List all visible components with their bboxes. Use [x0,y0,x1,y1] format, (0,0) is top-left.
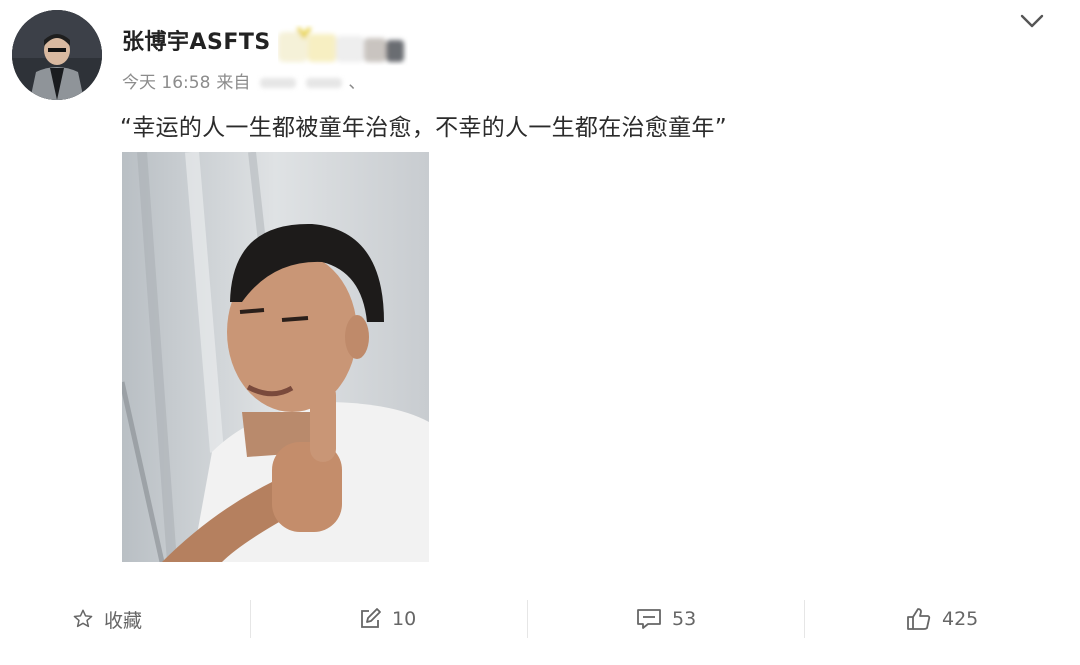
repost-button[interactable]: 10 [358,590,416,648]
comment-icon [637,609,661,629]
thumbs-up-icon [907,608,931,630]
like-count: 425 [942,608,979,630]
repost-count: 10 [392,608,417,630]
post-meta: 今天 16:58 来自 、 [122,68,371,93]
favorite-button[interactable]: 收藏 [72,590,142,648]
favorite-label: 收藏 [104,609,143,632]
avatar[interactable] [12,10,102,100]
post-source-tail: 、 [348,73,366,93]
divider [804,600,805,638]
divider [527,600,528,638]
like-button[interactable]: 425 [906,590,978,648]
star-icon [73,609,93,628]
blurred-badge-icon [278,26,404,62]
post-time: 今天 16:58 [122,73,211,93]
blurred-source [306,78,343,88]
divider [250,600,251,638]
edit-icon [361,608,381,628]
post-image[interactable] [122,152,429,562]
author-name[interactable]: 张博宇ASFTS [122,24,271,56]
blurred-source [260,78,297,88]
post-source-prefix: 来自 [216,73,251,93]
comment-count: 53 [672,608,697,630]
weibo-post-card: 张博宇ASFTS 今天 16:58 来自 、 “幸运的人一生都被童年治愈，不幸的人一… [0,0,1080,665]
comment-button[interactable]: 53 [636,590,696,648]
post-text: “幸运的人一生都被童年治愈，不幸的人一生都在治愈童年” [120,115,727,141]
action-bar: 收藏 10 53 425 [0,590,1080,648]
chevron-down-icon[interactable] [1019,12,1045,30]
